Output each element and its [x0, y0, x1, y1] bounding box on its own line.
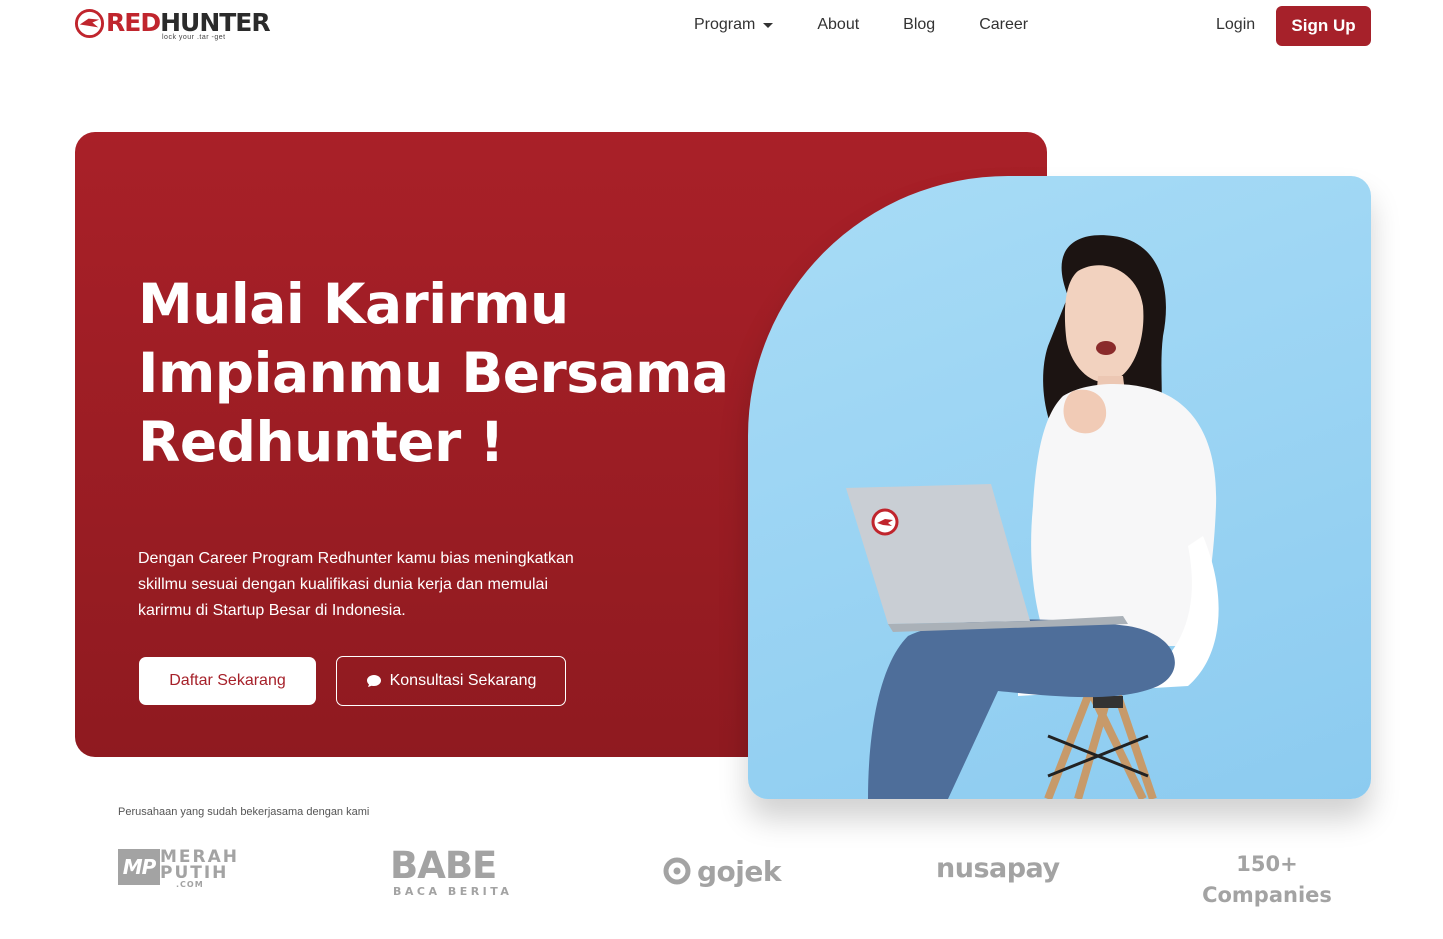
gojek-logo: gojek — [663, 853, 788, 889]
nav-item-career[interactable]: Career — [979, 14, 1028, 36]
chevron-down-icon — [763, 22, 774, 28]
hero-title-line: Redhunter ! — [138, 410, 504, 474]
register-now-button[interactable]: Daftar Sekarang — [139, 657, 316, 705]
nav-item-about[interactable]: About — [817, 14, 859, 36]
main-menu: Program About Blog Career — [694, 14, 1072, 36]
hero-title-line: Mulai Karirmu — [138, 272, 569, 336]
nav-item-program[interactable]: Program — [694, 14, 774, 36]
hero-title-line: Impianmu Bersama — [138, 341, 729, 405]
babe-logo: BABE BACA BERITA — [390, 846, 515, 900]
partners-label: Perusahaan yang sudah bekerjasama dengan… — [118, 806, 370, 818]
babe-tagline: BACA BERITA — [393, 885, 513, 898]
mp-line3: .COM — [176, 880, 204, 889]
companies-label: Companies — [1202, 883, 1332, 907]
signup-button[interactable]: Sign Up — [1276, 6, 1371, 46]
hero-title: Mulai Karirmu Impianmu Bersama Redhunter… — [138, 270, 738, 477]
hero-description-line: Dengan Career Program Redhunter kamu bia… — [138, 550, 574, 567]
hero-description: Dengan Career Program Redhunter kamu bia… — [138, 546, 608, 624]
more-companies: 150+ Companies — [1200, 849, 1334, 911]
logo-tagline: lock your .tar -get — [162, 34, 226, 41]
nusapay-logo: nusapay — [936, 853, 1060, 884]
consultation-button[interactable]: Konsultasi Sekarang — [336, 656, 566, 706]
nav-item-blog[interactable]: Blog — [903, 14, 935, 36]
woman-with-laptop-illustration — [846, 235, 1219, 799]
hero-description-line: skillmu sesuai dengan kualifikasi dunia … — [138, 576, 548, 593]
mp-badge: MP — [118, 849, 160, 885]
hero-photo-panel — [748, 176, 1371, 799]
consultation-button-label: Konsultasi Sekarang — [389, 672, 537, 689]
companies-count: 150+ — [1236, 852, 1298, 876]
navbar: REDHUNTER lock your .tar -get Program Ab… — [0, 0, 1443, 52]
chat-bubble-icon — [366, 675, 381, 687]
logo-wordmark: REDHUNTER — [106, 8, 271, 37]
gojek-wordmark: gojek — [697, 854, 782, 888]
login-link[interactable]: Login — [1216, 14, 1255, 36]
babe-wordmark: BABE — [390, 844, 497, 887]
target-logo-icon — [74, 8, 105, 39]
redhunter-logo[interactable]: REDHUNTER lock your .tar -get — [74, 8, 274, 44]
gojek-pin-icon — [663, 857, 691, 885]
hero-description-line: karirmu di Startup Besar di Indonesia. — [138, 602, 406, 619]
merahputih-logo: MP MERAH PUTIH .COM — [118, 846, 242, 894]
